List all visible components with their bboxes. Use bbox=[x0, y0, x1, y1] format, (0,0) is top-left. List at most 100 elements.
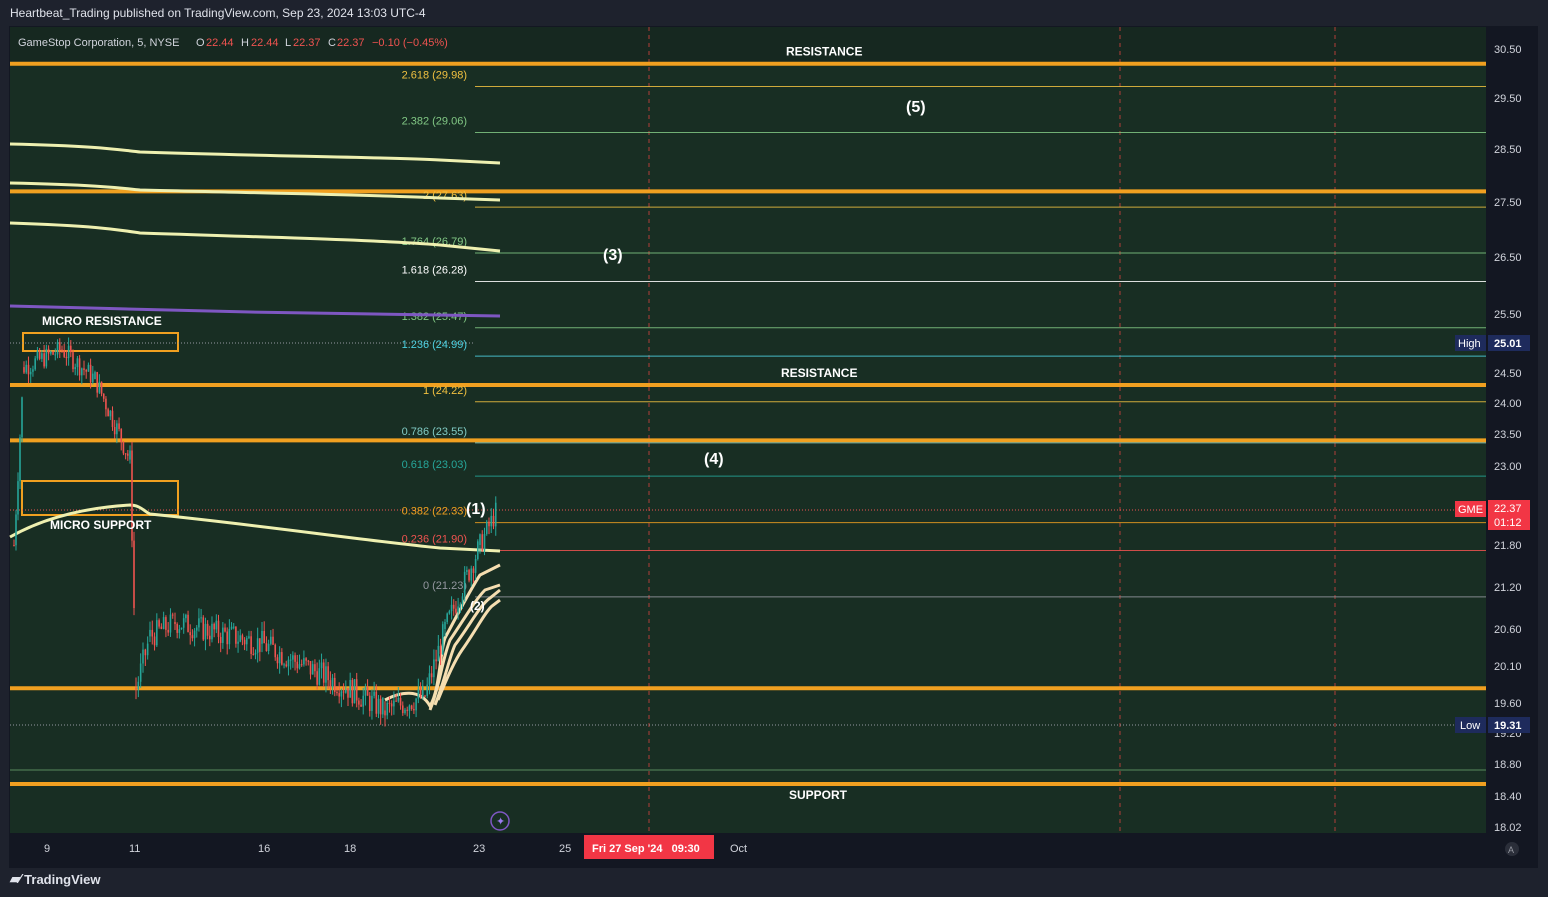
candle-body-62 bbox=[149, 629, 151, 637]
candle-body-180 bbox=[408, 705, 411, 711]
candle-body-195 bbox=[441, 624, 444, 655]
candle-body-58 bbox=[139, 663, 142, 682]
candle-body-112 bbox=[259, 638, 261, 652]
candle-body-3 bbox=[19, 437, 21, 482]
candle-body-81 bbox=[191, 635, 194, 639]
x-tick-5: 25 bbox=[559, 843, 571, 855]
candle-body-89 bbox=[209, 635, 211, 640]
candle-body-126 bbox=[289, 659, 292, 661]
candle-body-36 bbox=[92, 373, 94, 383]
candle-body-191 bbox=[433, 659, 435, 678]
symbol-tag: GME bbox=[1458, 504, 1483, 516]
last-price: 22.37 bbox=[1494, 503, 1522, 515]
candle-body-59 bbox=[142, 649, 144, 664]
candle-body-187 bbox=[424, 695, 426, 697]
wave-label-5: (5) bbox=[906, 99, 926, 116]
candle-body-152 bbox=[347, 688, 349, 698]
candle-body-115 bbox=[265, 643, 268, 652]
candle-body-124 bbox=[285, 664, 288, 667]
candle-body-0 bbox=[13, 545, 15, 546]
candle-body-133 bbox=[305, 658, 307, 661]
candle-body-45 bbox=[111, 410, 114, 427]
candle-body-168 bbox=[382, 697, 384, 715]
candle-body-131 bbox=[300, 664, 303, 666]
candle-body-5 bbox=[23, 367, 25, 373]
candle-body-111 bbox=[256, 638, 259, 653]
micro-resistance-label: MICRO RESISTANCE bbox=[42, 314, 162, 328]
candle-body-40 bbox=[100, 381, 103, 394]
candle-body-27 bbox=[72, 352, 74, 370]
y-tick-10: 21.80 bbox=[1494, 540, 1522, 552]
candle-body-138 bbox=[316, 671, 318, 685]
candle-body-199 bbox=[450, 604, 453, 612]
legend-o: 22.44 bbox=[206, 37, 234, 49]
candle-body-183 bbox=[415, 698, 417, 711]
footer-brand: ▰⁄ TradingView bbox=[10, 871, 101, 887]
countdown: 01:12 bbox=[1494, 517, 1522, 529]
candle-body-178 bbox=[404, 709, 406, 714]
candle-body-113 bbox=[261, 630, 263, 644]
candle-body-116 bbox=[267, 643, 270, 652]
candle-body-50 bbox=[122, 441, 125, 454]
time-axis[interactable] bbox=[10, 833, 1486, 863]
x-tick-2: 16 bbox=[258, 843, 270, 855]
fib-label-9: 0.618 (23.03) bbox=[402, 459, 467, 471]
candle-body-137 bbox=[314, 664, 316, 672]
candle-body-14 bbox=[43, 353, 45, 367]
candle-body-149 bbox=[340, 691, 343, 697]
high-tag-label: High bbox=[1458, 338, 1481, 350]
candle-body-76 bbox=[180, 627, 183, 630]
chart-svg[interactable]: GameStop Corporation, 5, NYSE O 22.44 H … bbox=[0, 0, 1548, 897]
y-tick-14: 19.60 bbox=[1494, 698, 1522, 710]
candle-body-100 bbox=[232, 626, 235, 628]
x-tick-0: 9 bbox=[44, 843, 50, 855]
y-tick-7: 24.00 bbox=[1494, 398, 1522, 410]
y-tick-8: 23.50 bbox=[1494, 429, 1522, 441]
candle-body-170 bbox=[386, 702, 389, 716]
y-tick-18: 18.02 bbox=[1494, 822, 1522, 834]
candle-body-217 bbox=[490, 515, 493, 527]
candle-body-57 bbox=[137, 681, 140, 690]
y-tick-12: 20.60 bbox=[1494, 624, 1522, 636]
candle-body-142 bbox=[325, 666, 327, 683]
level-label-2: RESISTANCE bbox=[781, 366, 857, 380]
candle-body-7 bbox=[27, 364, 30, 375]
candle-body-69 bbox=[165, 617, 167, 630]
candle-body-96 bbox=[224, 627, 226, 632]
candle-body-145 bbox=[331, 677, 334, 688]
candle-body-90 bbox=[211, 623, 213, 640]
candle-body-130 bbox=[298, 664, 301, 669]
candle-body-148 bbox=[338, 693, 340, 697]
candle-body-154 bbox=[351, 679, 354, 704]
candle-body-129 bbox=[296, 661, 299, 669]
legend-c: 22.37 bbox=[337, 37, 365, 49]
candle-body-190 bbox=[430, 673, 433, 678]
candle-body-198 bbox=[448, 611, 451, 614]
candle-body-176 bbox=[399, 698, 402, 706]
candle-body-38 bbox=[96, 372, 98, 393]
candle-body-88 bbox=[206, 623, 209, 636]
candle-body-24 bbox=[65, 356, 68, 359]
candle-body-157 bbox=[358, 700, 360, 705]
candle-body-181 bbox=[410, 705, 413, 709]
y-tick-17: 18.40 bbox=[1494, 791, 1522, 803]
candle-body-43 bbox=[107, 409, 109, 417]
candle-body-162 bbox=[368, 695, 371, 711]
candle-body-101 bbox=[235, 626, 237, 644]
candle-body-87 bbox=[204, 623, 207, 640]
candle-body-185 bbox=[419, 689, 422, 698]
candle-body-37 bbox=[94, 372, 96, 379]
candle-body-20 bbox=[56, 342, 59, 355]
candle-body-32 bbox=[83, 368, 85, 370]
candle-body-71 bbox=[169, 614, 172, 633]
candle-body-107 bbox=[248, 636, 250, 639]
candle-body-216 bbox=[488, 521, 490, 527]
candle-body-4 bbox=[21, 397, 23, 438]
candle-body-21 bbox=[58, 342, 61, 351]
candle-body-19 bbox=[54, 354, 57, 356]
y-tick-2: 28.50 bbox=[1494, 144, 1522, 156]
candle-body-65 bbox=[156, 620, 158, 646]
candle-body-46 bbox=[113, 426, 116, 435]
candle-body-166 bbox=[377, 698, 380, 714]
y-tick-6: 24.50 bbox=[1494, 368, 1522, 380]
